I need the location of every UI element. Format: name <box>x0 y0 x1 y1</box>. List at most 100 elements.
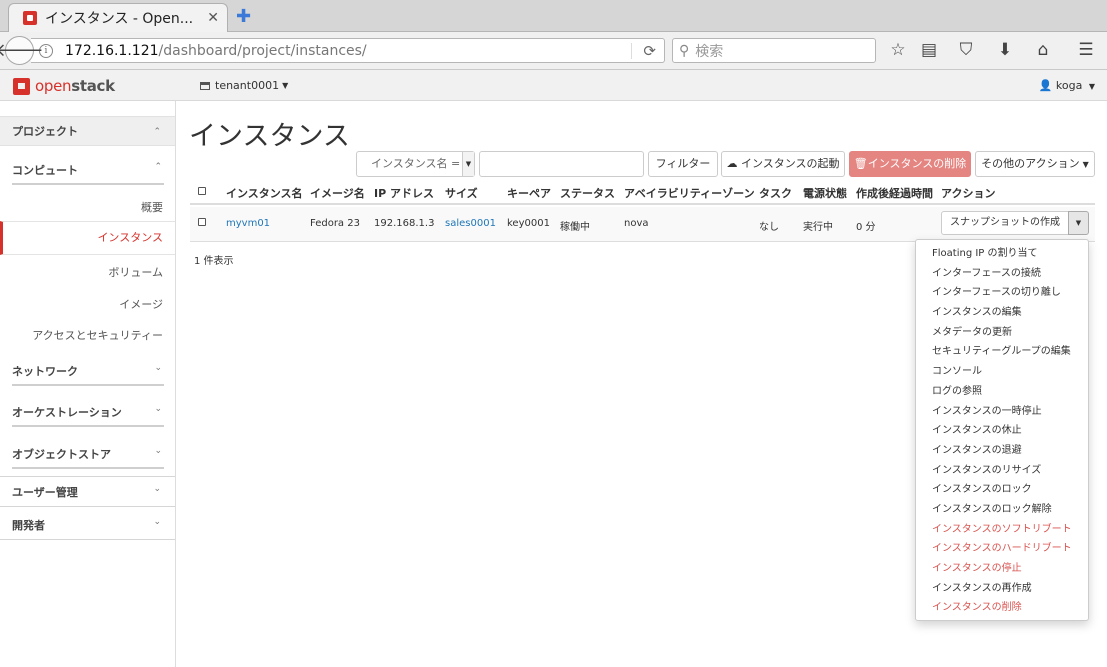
instance-name-link[interactable]: myvm01 <box>226 218 270 229</box>
col-power-state[interactable]: 電源状態 <box>803 185 847 201</box>
menu-item[interactable]: コンソール <box>916 362 1088 382</box>
close-tab-icon[interactable]: ✕ <box>207 10 219 26</box>
menu-item[interactable]: インスタンスの削除 <box>916 598 1088 618</box>
browser-search-input[interactable]: ⚲ 検索 <box>672 38 876 63</box>
chevron-down-icon: ⌄ <box>154 446 162 456</box>
openstack-favicon-icon <box>23 11 37 25</box>
sidebar-section-object-store[interactable]: オブジェクトストア ⌄ <box>12 446 164 469</box>
status: 稼働中 <box>560 222 590 233</box>
select-all-checkbox[interactable] <box>198 185 206 198</box>
menu-item[interactable]: Floating IP の割り当て <box>916 244 1088 264</box>
tenant-dropdown[interactable]: tenant0001 ▼ <box>200 79 288 92</box>
menu-item[interactable]: インスタンスの退避 <box>916 441 1088 461</box>
chevron-down-icon: ⌄ <box>154 363 162 373</box>
menu-item[interactable]: インスタンスの編集 <box>916 303 1088 323</box>
pocket-icon[interactable]: ⛉ <box>955 40 977 60</box>
image-name: Fedora 23 <box>310 218 360 229</box>
caret-down-icon: ▼ <box>282 81 289 90</box>
openstack-logo[interactable]: openstack <box>13 77 115 95</box>
delete-instances-button[interactable]: 🗑インスタンスの削除 <box>849 151 971 177</box>
table-row: myvm01 Fedora 23 192.168.1.3 sales0001 k… <box>190 207 1095 242</box>
col-image-name[interactable]: イメージ名 <box>310 185 365 201</box>
new-tab-icon[interactable]: ✚ <box>236 6 251 27</box>
col-size[interactable]: サイズ <box>445 185 478 201</box>
menu-item[interactable]: インターフェースの接続 <box>916 264 1088 284</box>
filter-button[interactable]: フィルター <box>648 151 718 177</box>
menu-item[interactable]: インスタンスの休止 <box>916 421 1088 441</box>
filter-field-select[interactable]: インスタンス名 = ▼ <box>356 151 475 177</box>
row-actions-menu: Floating IP の割り当て インターフェースの接続 インターフェースの切り離… <box>915 239 1089 621</box>
sidebar-item-overview[interactable]: 概要 <box>0 199 175 215</box>
col-actions: アクション <box>941 187 996 200</box>
keypair: key0001 <box>507 218 550 229</box>
sidebar-project-label: プロジェクト <box>12 125 78 138</box>
col-availability-zone[interactable]: アベイラビリティーゾーン <box>624 185 755 201</box>
col-task[interactable]: タスク <box>759 185 792 201</box>
back-button[interactable]: 🡐 <box>0 36 44 65</box>
col-keypair[interactable]: キーペア <box>507 185 551 201</box>
menu-item[interactable]: セキュリティーグループの編集 <box>916 342 1088 362</box>
sidebar-item-instances[interactable]: インスタンス <box>0 221 175 255</box>
sidebar-section-orchestration[interactable]: オーケストレーション ⌄ <box>12 404 164 427</box>
reading-list-icon[interactable]: ▤ <box>918 40 940 60</box>
filter-select-value: インスタンス名 = <box>371 157 461 170</box>
menu-item[interactable]: インスタンスのロック解除 <box>916 500 1088 520</box>
caret-down-icon: ▼ <box>1075 219 1082 227</box>
bookmark-star-icon[interactable]: ☆ <box>887 40 909 60</box>
launch-instance-label: インスタンスの起動 <box>740 157 840 170</box>
sidebar-item-images[interactable]: イメージ <box>0 296 175 312</box>
caret-down-icon: ▼ <box>1088 82 1095 91</box>
search-icon: ⚲ <box>679 42 690 59</box>
sidebar-item-access-security[interactable]: アクセスとセキュリティー <box>0 327 175 343</box>
menu-item[interactable]: インスタンスの一時停止 <box>916 402 1088 422</box>
sidebar-section-project[interactable]: プロジェクト ⌃ <box>0 116 175 146</box>
app-header: openstack tenant0001 ▼ 👤 koga ▼ <box>0 70 1107 101</box>
menu-item[interactable]: インターフェースの切り離し <box>916 283 1088 303</box>
menu-item[interactable]: インスタンスのロック <box>916 480 1088 500</box>
more-actions-button[interactable]: その他のアクション ▼ <box>975 151 1095 177</box>
age: 0 分 <box>856 222 876 233</box>
home-icon[interactable]: ⌂ <box>1032 40 1054 60</box>
sidebar-orchestration-label: オーケストレーション <box>12 406 122 419</box>
menu-item[interactable]: インスタンスのリサイズ <box>916 461 1088 481</box>
user-dropdown[interactable]: 👤 koga ▼ <box>1039 79 1095 92</box>
url-path: /dashboard/project/instances/ <box>158 42 367 59</box>
flavor-link[interactable]: sales0001 <box>445 218 496 229</box>
launch-instance-button[interactable]: ☁ インスタンスの起動 <box>721 151 845 177</box>
menu-item[interactable]: インスタンスの停止 <box>916 559 1088 579</box>
sidebar-divider <box>0 539 175 540</box>
menu-item[interactable]: インスタンスのハードリブート <box>916 539 1088 559</box>
menu-item[interactable]: ログの参照 <box>916 382 1088 402</box>
chevron-up-icon: ⌃ <box>154 162 162 172</box>
reload-icon[interactable]: ⟳ <box>643 42 656 60</box>
row-actions-toggle[interactable]: ▼ <box>1068 211 1089 235</box>
sidebar-section-developer[interactable]: 開発者 ⌄ <box>0 517 175 533</box>
tenant-name: tenant0001 <box>215 79 280 92</box>
more-actions-label: その他のアクション <box>981 157 1080 170</box>
menu-item[interactable]: インスタンスのソフトリブート <box>916 520 1088 540</box>
menu-item[interactable]: インスタンスの再作成 <box>916 579 1088 599</box>
search-placeholder: 検索 <box>695 43 724 60</box>
sidebar-section-network[interactable]: ネットワーク ⌄ <box>12 363 164 386</box>
menu-hamburger-icon[interactable]: ☰ <box>1075 40 1097 60</box>
sidebar-developer-label: 開発者 <box>12 519 45 532</box>
download-icon[interactable]: ⬇ <box>994 40 1016 60</box>
menu-item[interactable]: メタデータの更新 <box>916 323 1088 343</box>
col-age[interactable]: 作成後経過時間 <box>856 185 933 201</box>
col-status[interactable]: ステータス <box>560 185 615 201</box>
power-state: 実行中 <box>803 222 833 233</box>
sidebar-section-user-admin[interactable]: ユーザー管理 ⌄ <box>0 484 175 500</box>
chevron-up-icon: ⌃ <box>153 127 161 137</box>
url-bar[interactable]: i 172.16.1.121/dashboard/project/instanc… <box>31 38 665 63</box>
col-ip-address[interactable]: IP アドレス <box>374 185 434 201</box>
row-checkbox[interactable] <box>198 218 206 229</box>
sidebar-section-compute[interactable]: コンピュート ⌃ <box>12 162 164 185</box>
browser-tab[interactable]: インスタンス - Open... ✕ <box>8 3 228 32</box>
filter-input[interactable] <box>479 151 644 177</box>
table-header: インスタンス名 イメージ名 IP アドレス サイズ キーペア ステータス アベイ… <box>190 179 1095 205</box>
sidebar-item-volumes[interactable]: ボリューム <box>0 264 175 280</box>
col-instance-name[interactable]: インスタンス名 <box>226 185 303 201</box>
task: なし <box>759 222 779 233</box>
create-snapshot-button[interactable]: スナップショットの作成 <box>941 211 1069 235</box>
logo-text: openstack <box>35 77 115 95</box>
